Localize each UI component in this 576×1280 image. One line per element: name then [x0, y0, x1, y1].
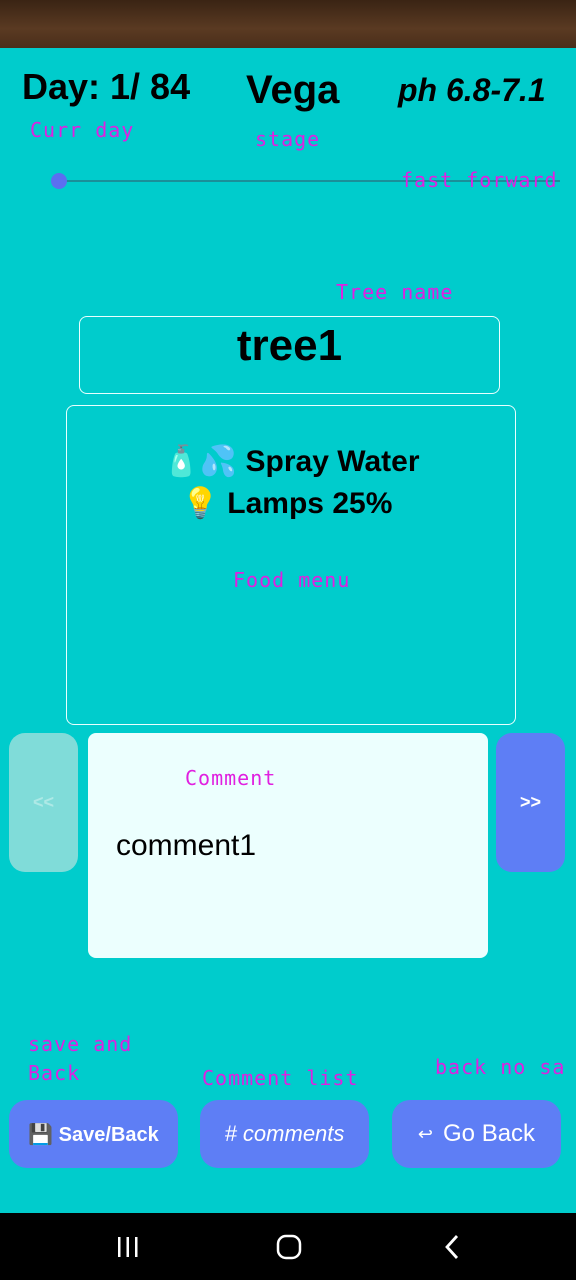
- comments-button[interactable]: # comments: [200, 1100, 369, 1168]
- hint-comment-list: Comment list: [202, 1066, 359, 1090]
- system-nav-bar: [0, 1213, 576, 1280]
- day-slider-thumb[interactable]: [51, 173, 67, 189]
- food-lamps: 💡 Lamps 25%: [181, 487, 393, 520]
- hint-back-no-save: back no sa: [435, 1055, 566, 1079]
- day-counter: Day: 1/ 84: [22, 66, 191, 107]
- tree-name-field[interactable]: tree1: [79, 316, 500, 394]
- save-back-button[interactable]: 💾 Save/Back: [9, 1100, 178, 1168]
- hint-stage: stage: [255, 127, 321, 151]
- ph-range: ph 6.8-7.1: [398, 72, 546, 108]
- return-icon: ↩: [417, 1123, 434, 1144]
- comment-field[interactable]: Comment comment1: [88, 733, 488, 958]
- food-spray-water: 🧴💦 Spray Water: [162, 445, 420, 478]
- hint-curr-day: Curr day: [30, 118, 135, 142]
- save-back-label: 💾 Save/Back: [28, 1123, 159, 1146]
- hint-comment: Comment: [185, 766, 277, 790]
- go-back-button[interactable]: ↩ Go Back: [392, 1100, 561, 1168]
- home-icon[interactable]: [268, 1213, 310, 1280]
- food-menu-panel: 🧴💦 Spray Water 💡 Lamps 25% Food menu: [66, 405, 516, 725]
- previous-button[interactable]: <<: [9, 733, 78, 872]
- hint-tree-name: Tree name: [336, 280, 454, 304]
- back-icon[interactable]: [432, 1213, 472, 1280]
- hint-back: Back: [28, 1061, 81, 1085]
- comment-value: comment1: [116, 829, 257, 862]
- tree-name-value: tree1: [236, 321, 343, 370]
- next-button[interactable]: >>: [496, 733, 565, 872]
- status-bar: [0, 0, 576, 48]
- hint-fast-forward: fast forward: [401, 168, 558, 192]
- hint-save-and: save and: [28, 1032, 133, 1056]
- go-back-label: Go Back: [443, 1120, 536, 1147]
- hint-food-menu: Food menu: [233, 568, 351, 592]
- stage-title: Vega: [246, 68, 340, 112]
- comments-label: # comments: [224, 1121, 345, 1146]
- recents-icon[interactable]: [108, 1213, 148, 1280]
